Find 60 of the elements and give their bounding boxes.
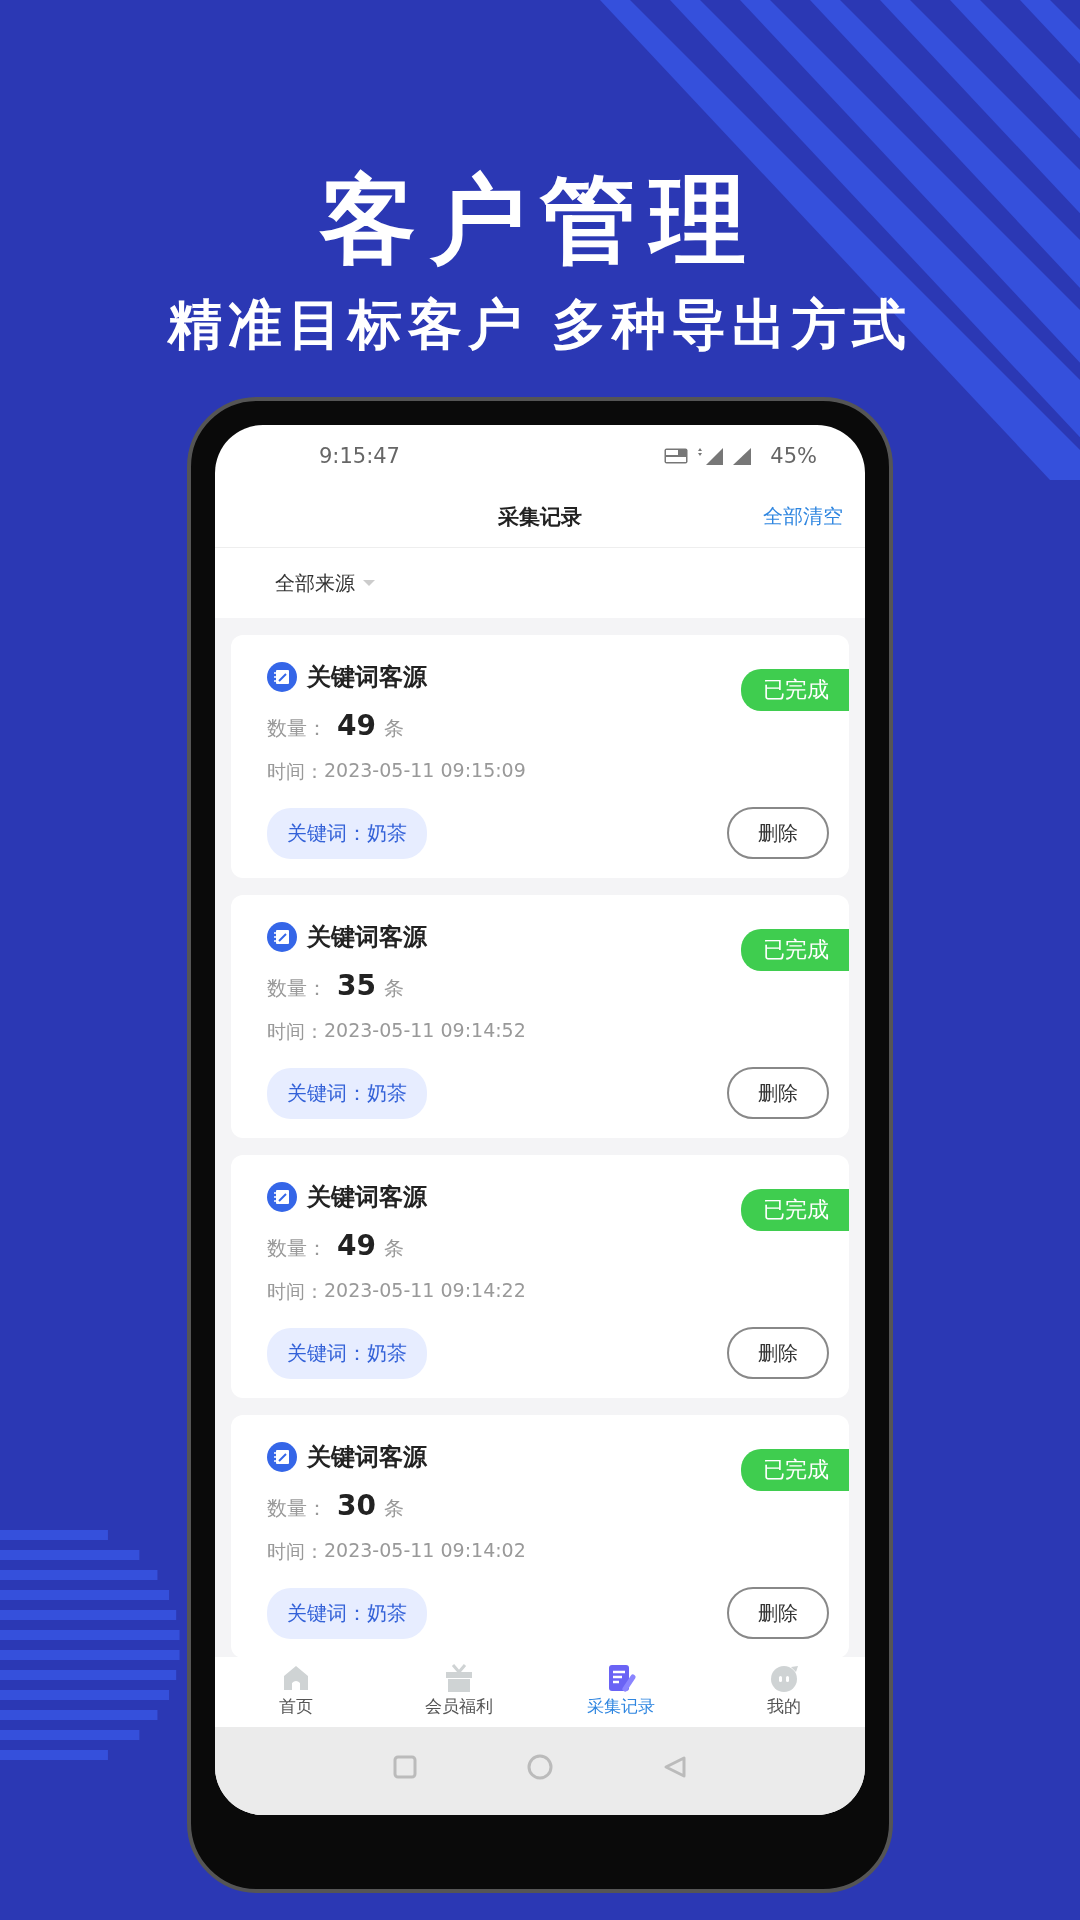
gift-icon: [443, 1663, 474, 1693]
delete-button[interactable]: 删除: [727, 1067, 829, 1119]
keyword-tag: 关键词：奶茶: [267, 807, 427, 859]
quantity-label: 数量：: [267, 975, 327, 1002]
battery-level: 45%: [770, 444, 817, 468]
home-circle-icon[interactable]: [527, 1754, 553, 1780]
page-title: 采集记录: [498, 504, 582, 531]
headline-subtitle: 精准目标客户 多种导出方式: [167, 293, 913, 357]
notebook-icon: [267, 1442, 297, 1472]
quantity-value: 30: [337, 1489, 376, 1522]
keyword-tag: 关键词：奶茶: [267, 1587, 427, 1639]
quantity-value: 49: [337, 1229, 376, 1262]
delete-button[interactable]: 删除: [727, 807, 829, 859]
status-badge: 已完成: [741, 1449, 849, 1491]
quantity-unit: 条: [383, 1235, 404, 1262]
time-label: 时间：: [267, 1019, 324, 1044]
document-edit-icon: [606, 1663, 637, 1693]
source-dropdown[interactable]: 全部来源: [275, 569, 375, 597]
quantity-label: 数量：: [267, 1235, 327, 1262]
record-title: 关键词客源: [307, 1442, 427, 1473]
back-icon[interactable]: [663, 1755, 687, 1779]
quantity-value: 49: [337, 709, 376, 742]
quantity-value: 35: [337, 969, 376, 1002]
time-value: 2023-05-11 09:14:22: [324, 1279, 526, 1303]
clear-all-link[interactable]: 全部清空: [763, 503, 843, 530]
quantity-unit: 条: [383, 715, 404, 742]
headline-title: 客户管理: [318, 165, 761, 275]
tab-item[interactable]: 首页: [231, 1657, 362, 1727]
record-title: 关键词客源: [307, 1182, 427, 1213]
status-badge: 已完成: [741, 1189, 849, 1231]
time-label: 时间：: [267, 1539, 324, 1564]
quantity-label: 数量：: [267, 1495, 327, 1522]
time-value: 2023-05-11 09:15:09: [324, 759, 526, 783]
status-badge: 已完成: [741, 669, 849, 711]
signal-icon: [732, 447, 753, 465]
time-label: 时间：: [267, 759, 324, 784]
keyword-tag: 关键词：奶茶: [267, 1327, 427, 1379]
time-value: 2023-05-11 09:14:02: [324, 1539, 526, 1563]
notebook-icon: [267, 1182, 297, 1212]
keyword-tag: 关键词：奶茶: [267, 1067, 427, 1119]
tab-item[interactable]: 我的: [718, 1657, 849, 1727]
square-button-icon[interactable]: [393, 1755, 417, 1779]
notebook-icon: [267, 662, 297, 692]
tab-item[interactable]: 会员福利: [393, 1657, 524, 1727]
status-time: 9:15:47: [319, 444, 400, 468]
notebook-icon: [267, 922, 297, 952]
record-title: 关键词客源: [307, 662, 427, 693]
status-badge: 已完成: [741, 929, 849, 971]
quantity-unit: 条: [383, 975, 404, 1002]
caret-icon: [363, 579, 375, 587]
face-icon: [768, 1663, 799, 1693]
quantity-label: 数量：: [267, 715, 327, 742]
time-value: 2023-05-11 09:14:52: [324, 1019, 526, 1043]
time-label: 时间：: [267, 1279, 324, 1304]
delete-button[interactable]: 删除: [727, 1327, 829, 1379]
record-title: 关键词客源: [307, 922, 427, 953]
tab-item[interactable]: 采集记录: [556, 1657, 687, 1727]
delete-button[interactable]: 删除: [727, 1587, 829, 1639]
quantity-unit: 条: [383, 1495, 404, 1522]
signal-icon: [696, 447, 725, 465]
